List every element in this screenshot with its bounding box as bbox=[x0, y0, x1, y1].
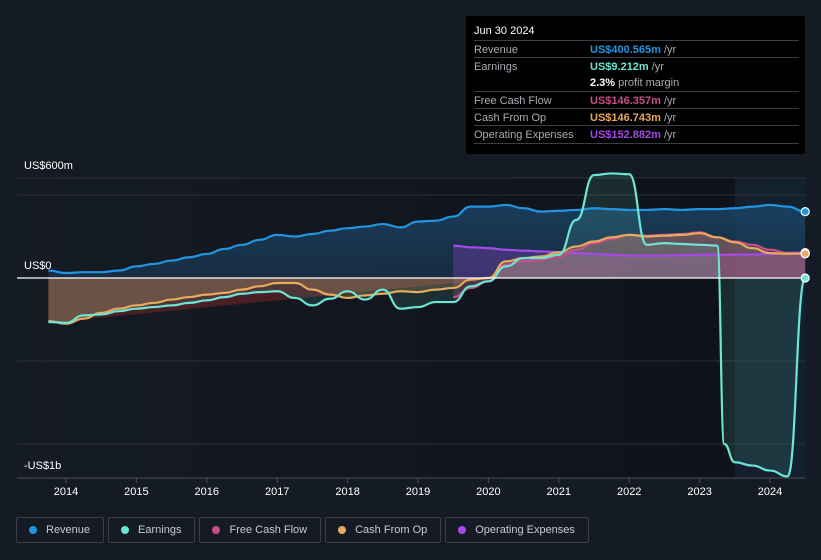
legend-label: Operating Expenses bbox=[475, 524, 575, 536]
tooltip-row-margin: 2.3% profit margin bbox=[474, 74, 799, 91]
x-tick-label: 2014 bbox=[54, 486, 78, 498]
revenue-endpoint bbox=[800, 207, 810, 217]
legend-item-cash-from-op[interactable]: Cash From Op bbox=[325, 517, 442, 543]
tooltip-label: Free Cash Flow bbox=[474, 94, 552, 107]
tooltip-value: US$9.212m bbox=[590, 60, 649, 73]
legend: Revenue Earnings Free Cash Flow Cash Fro… bbox=[16, 517, 589, 543]
cash-from-op-dot-icon bbox=[338, 526, 347, 534]
legend-item-free-cash-flow[interactable]: Free Cash Flow bbox=[199, 517, 322, 543]
x-tick-label: 2015 bbox=[124, 486, 148, 498]
tooltip-unit: /yr bbox=[663, 111, 677, 124]
y-label-minus-1b: -US$1b bbox=[24, 460, 62, 472]
x-tick-label: 2016 bbox=[195, 486, 219, 498]
legend-label: Earnings bbox=[138, 524, 182, 536]
x-tick-label: 2020 bbox=[476, 486, 500, 498]
x-tick-label: 2023 bbox=[687, 486, 711, 498]
earnings-dot-icon bbox=[121, 526, 130, 534]
x-tick-label: 2017 bbox=[265, 486, 289, 498]
x-tick-label: 2022 bbox=[617, 486, 641, 498]
tooltip-label: Cash From Op bbox=[474, 111, 547, 124]
earnings-endpoint bbox=[800, 273, 810, 283]
tooltip-unit: /yr bbox=[663, 94, 677, 107]
y-label-600m: US$600m bbox=[24, 160, 73, 172]
tooltip-label: Revenue bbox=[474, 43, 519, 56]
tooltip-row-earnings: Earnings US$9.212m /yr bbox=[474, 57, 799, 75]
tooltip-date: Jun 30 2024 bbox=[474, 25, 535, 37]
tooltip-unit: /yr bbox=[663, 128, 677, 141]
tooltip-row-revenue: Revenue US$400.565m /yr bbox=[474, 40, 799, 58]
x-tick-label: 2018 bbox=[335, 486, 359, 498]
operating-expenses-dot-icon bbox=[458, 526, 467, 534]
y-label-zero: US$0 bbox=[24, 260, 52, 272]
tooltip-value: US$400.565m bbox=[590, 43, 661, 56]
tooltip-value: US$146.357m bbox=[590, 94, 661, 107]
tooltip-unit: /yr bbox=[663, 43, 677, 56]
legend-item-operating-expenses[interactable]: Operating Expenses bbox=[445, 517, 589, 543]
x-tick-label: 2019 bbox=[406, 486, 430, 498]
tooltip-value: US$146.743m bbox=[590, 111, 661, 124]
tooltip-unit: profit margin bbox=[618, 76, 680, 89]
tooltip-row-opex: Operating Expenses US$152.882m /yr bbox=[474, 125, 799, 144]
tooltip-value: US$152.882m bbox=[590, 128, 661, 141]
legend-label: Cash From Op bbox=[355, 524, 428, 536]
free-cash-flow-dot-icon bbox=[212, 526, 221, 534]
revenue-dot-icon bbox=[29, 526, 37, 534]
tooltip-row-fcf: Free Cash Flow US$146.357m /yr bbox=[474, 91, 799, 109]
x-tick-label: 2024 bbox=[758, 486, 782, 498]
legend-item-revenue[interactable]: Revenue bbox=[16, 517, 105, 543]
cash-from-op-endpoint bbox=[800, 248, 810, 259]
legend-label: Revenue bbox=[46, 524, 91, 536]
tooltip-unit: /yr bbox=[651, 60, 664, 73]
tooltip-row-cfo: Cash From Op US$146.743m /yr bbox=[474, 108, 799, 126]
legend-item-earnings[interactable]: Earnings bbox=[108, 517, 196, 543]
tooltip-panel: Jun 30 2024 Revenue US$400.565m /yr Earn… bbox=[466, 16, 805, 154]
tooltip-value: 2.3% bbox=[590, 76, 616, 89]
tooltip-label: Earnings bbox=[474, 60, 518, 73]
legend-label: Free Cash Flow bbox=[229, 524, 308, 536]
x-tick-label: 2021 bbox=[547, 486, 571, 498]
tooltip-label: Operating Expenses bbox=[474, 128, 574, 141]
